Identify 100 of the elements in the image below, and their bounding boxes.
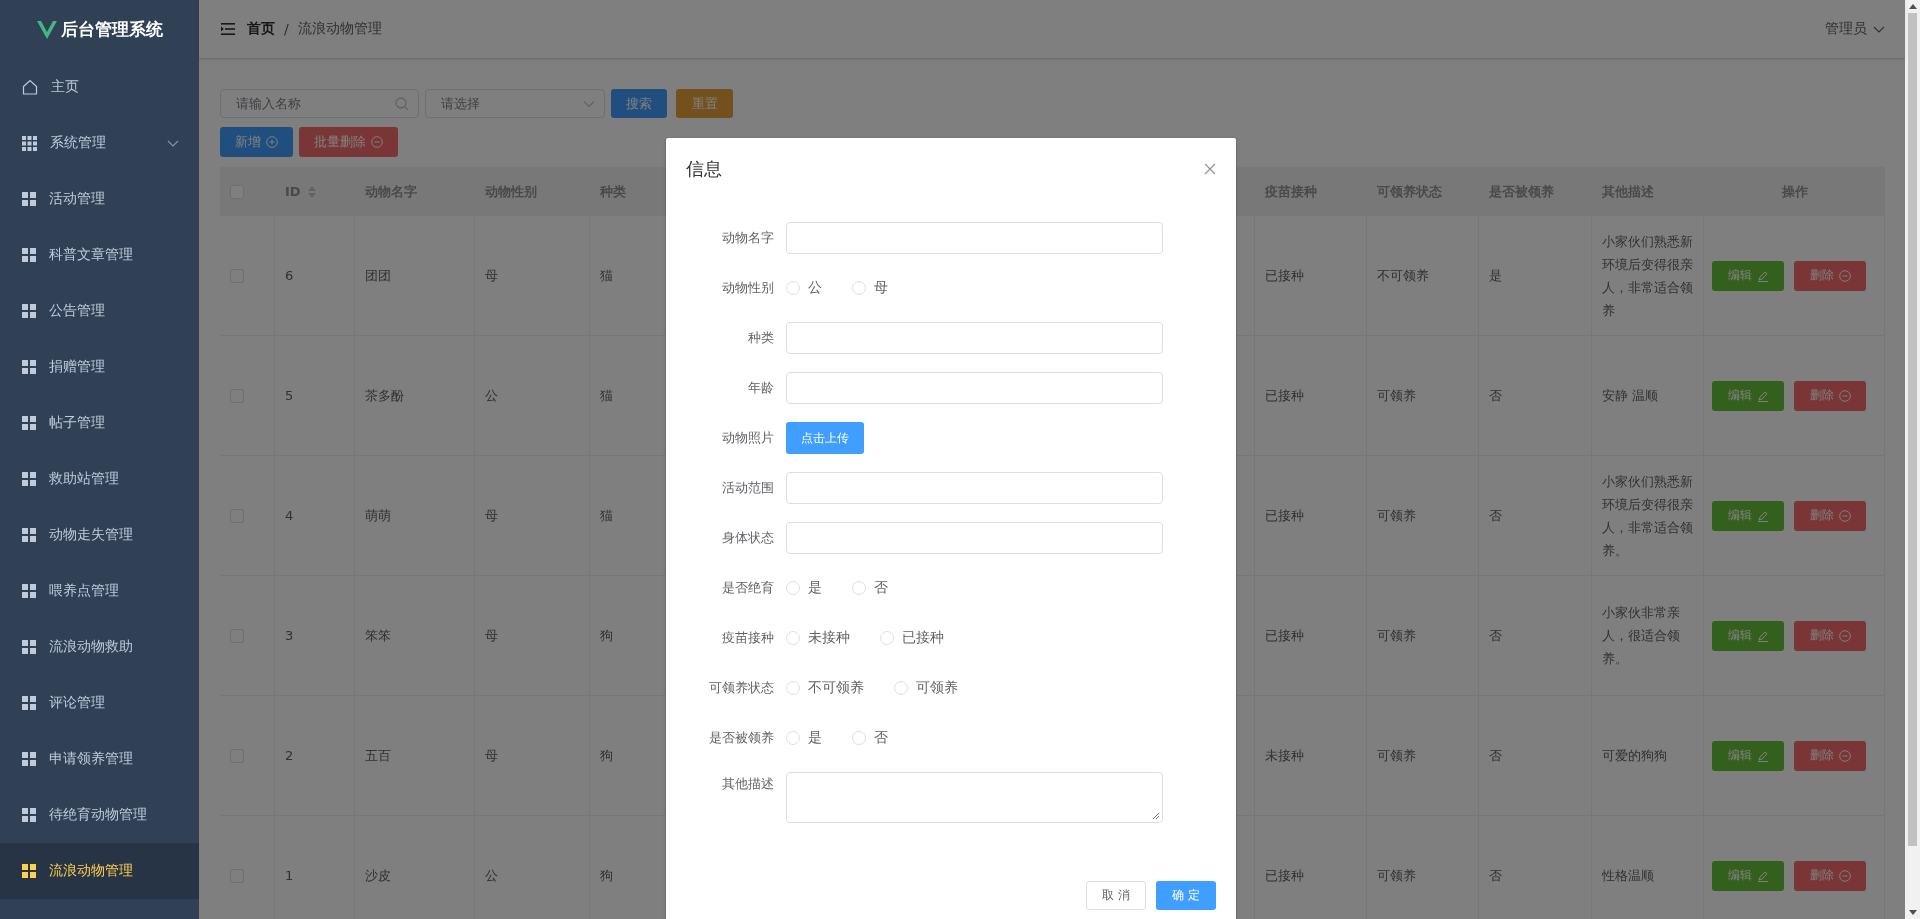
table-cell-text: 可领养 <box>1377 507 1416 525</box>
input-field[interactable] <box>786 472 1163 504</box>
textarea-field[interactable] <box>786 772 1163 823</box>
table-cell-text: 猫 <box>600 507 613 525</box>
table-cell-text: 是 <box>1489 267 1502 285</box>
scrollbar-thumb[interactable] <box>1908 13 1917 846</box>
radio-option[interactable]: 是 <box>786 579 822 597</box>
plus-circle-icon <box>266 136 278 148</box>
field-label: 身体状态 <box>721 529 775 547</box>
grid-icon <box>22 696 36 710</box>
table-cell-text: 可领养 <box>1377 747 1416 765</box>
grid-icon <box>22 248 36 262</box>
field-label: 可领养状态 <box>708 679 775 697</box>
field-label: 动物名字 <box>721 229 775 247</box>
radio-option[interactable]: 公 <box>786 279 822 297</box>
table-cell-text: 否 <box>1489 627 1502 645</box>
radio-option[interactable]: 不可领养 <box>786 679 864 697</box>
chevron-down-icon <box>1873 25 1885 33</box>
grid-icon <box>22 752 36 766</box>
grid-icon <box>22 864 36 878</box>
sidebar-item[interactable]: 流浪动物管理 <box>0 843 199 899</box>
table-cell-text: 小家伙们熟悉新环境后变得很亲人，非常适合领养。 <box>1602 472 1693 560</box>
table-cell-text: 五百 <box>365 747 391 765</box>
table-cell-text: 不可领养 <box>1377 267 1429 285</box>
radio-option[interactable]: 未接种 <box>786 629 850 647</box>
sidebar-item[interactable]: 捐赠管理 <box>0 339 199 395</box>
table-cell-text: 3 <box>285 627 294 645</box>
minus-circle-icon <box>1838 509 1851 522</box>
sidebar-item[interactable]: 评论管理 <box>0 675 199 731</box>
input-field[interactable] <box>786 322 1163 354</box>
sidebar-item[interactable]: 动物走失管理 <box>0 507 199 563</box>
radio-option[interactable]: 否 <box>852 729 888 747</box>
minus-circle-icon <box>1838 749 1851 762</box>
minus-circle-icon <box>1838 389 1851 402</box>
home-icon <box>22 79 38 95</box>
table-cell-text: 否 <box>1489 387 1502 405</box>
table-cell-text: 萌萌 <box>365 507 391 525</box>
table-cell-text: 公 <box>485 387 498 405</box>
resize-grip-icon[interactable] <box>1152 812 1160 820</box>
pencil-icon <box>1756 509 1769 522</box>
table-cell-text: 沙皮 <box>365 867 391 885</box>
table-cell-text: 已接种 <box>1265 507 1304 525</box>
scrollbar[interactable] <box>1905 0 1920 919</box>
user-menu[interactable]: 管理员 <box>1825 20 1885 38</box>
menu-icon[interactable] <box>221 23 235 35</box>
input-field[interactable] <box>786 372 1163 404</box>
radio-option[interactable]: 母 <box>852 279 888 297</box>
radio-option[interactable]: 否 <box>852 579 888 597</box>
scroll-down-icon[interactable] <box>1908 910 1917 915</box>
grid-icon <box>22 640 36 654</box>
minus-circle-icon <box>1838 629 1851 642</box>
sidebar-item[interactable]: 主页 <box>0 59 199 115</box>
table-cell-text: 狗 <box>600 627 613 645</box>
sidebar-item[interactable]: 科普文章管理 <box>0 227 199 283</box>
grid-icon <box>22 528 36 542</box>
table-cell-text: 猫 <box>600 387 613 405</box>
table-cell-text: 安静 温顺 <box>1602 387 1659 405</box>
grid-icon <box>22 192 36 206</box>
table-cell-text: 已接种 <box>1265 387 1304 405</box>
table-cell-text: 公 <box>485 867 498 885</box>
sidebar-item[interactable]: 系统管理 <box>0 115 199 171</box>
sidebar-item[interactable]: 喂养点管理 <box>0 563 199 619</box>
pencil-icon <box>1756 629 1769 642</box>
minus-circle-icon <box>1838 869 1851 882</box>
table-cell-text: 否 <box>1489 867 1502 885</box>
table-cell-text: 已接种 <box>1265 867 1304 885</box>
table-cell-text: 已接种 <box>1265 267 1304 285</box>
close-icon[interactable] <box>1204 163 1216 175</box>
grid-icon <box>22 808 36 822</box>
sidebar-item[interactable]: 待绝育动物管理 <box>0 787 199 843</box>
field-label: 活动范围 <box>721 479 775 497</box>
search-field[interactable]: 请输入名称 <box>220 89 419 118</box>
cancel-button[interactable]: 取 消 <box>1086 881 1146 910</box>
table-cell-text: 狗 <box>600 747 613 765</box>
sidebar-item[interactable]: 救助站管理 <box>0 451 199 507</box>
select-field[interactable]: 请选择 <box>425 89 605 118</box>
sidebar-item[interactable]: 公告管理 <box>0 283 199 339</box>
breadcrumb-item: 流浪动物管理 <box>297 20 382 38</box>
chevron-down-icon <box>167 139 179 147</box>
table-cell-text: 未接种 <box>1265 747 1304 765</box>
breadcrumb-item[interactable]: 首页 <box>247 20 275 38</box>
sidebar-item[interactable]: 帖子管理 <box>0 395 199 451</box>
sidebar-item[interactable]: 活动管理 <box>0 171 199 227</box>
sidebar-item[interactable]: 申请领养管理 <box>0 731 199 787</box>
table-cell-text: 否 <box>1489 747 1502 765</box>
sidebar-item[interactable]: 流浪动物救助 <box>0 619 199 675</box>
table-cell-text: 母 <box>485 747 498 765</box>
table-cell-text: 4 <box>285 507 294 525</box>
scroll-up-icon[interactable] <box>1908 4 1917 9</box>
grid-icon <box>22 584 36 598</box>
radio-option[interactable]: 已接种 <box>880 629 944 647</box>
input-field[interactable] <box>786 222 1163 254</box>
input-field[interactable] <box>786 522 1163 554</box>
field-label: 其他描述 <box>721 775 775 793</box>
table-cell-text: 笨笨 <box>365 627 391 645</box>
radio-option[interactable]: 可领养 <box>894 679 958 697</box>
sort-icon[interactable] <box>306 184 317 199</box>
table-cell-text: 小家伙非常亲人，很适合领养。 <box>1602 604 1681 668</box>
radio-option[interactable]: 是 <box>786 729 822 747</box>
pencil-icon <box>1756 389 1769 402</box>
